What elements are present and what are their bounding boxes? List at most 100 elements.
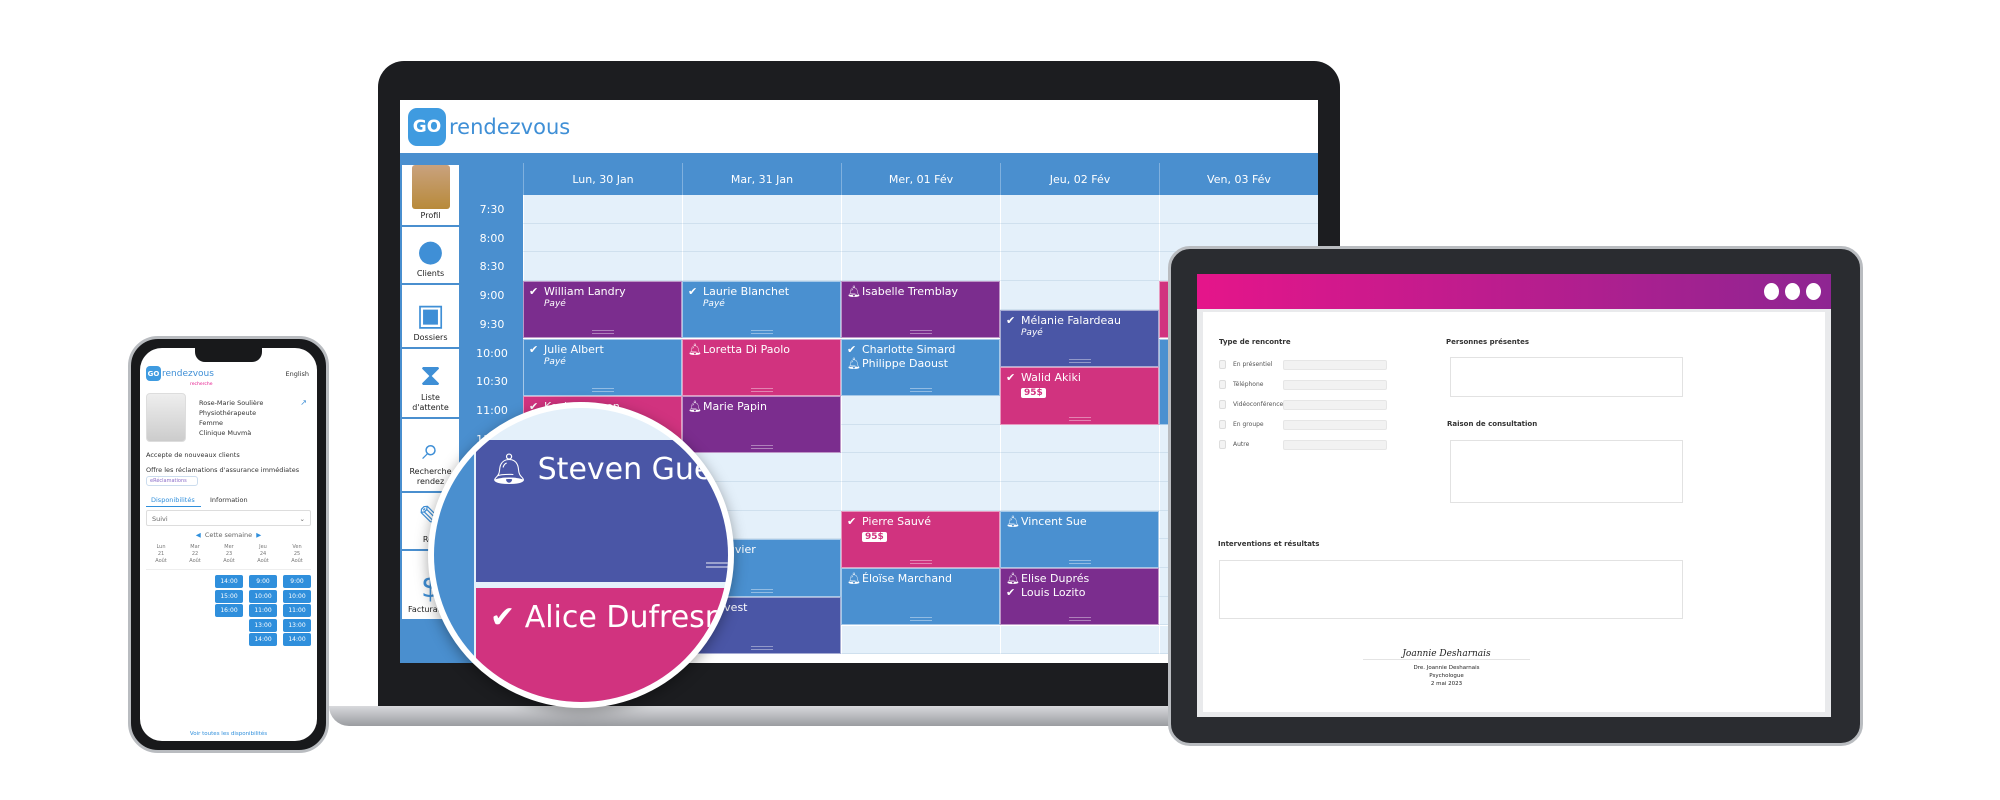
appointment[interactable]: 🔔︎Isabelle Tremblay bbox=[841, 281, 1000, 339]
time-slot-button[interactable]: 10:00 bbox=[283, 589, 311, 603]
drag-handle[interactable] bbox=[1068, 560, 1091, 565]
drag-handle[interactable] bbox=[591, 387, 614, 392]
checkbox[interactable] bbox=[1219, 380, 1226, 389]
appointment[interactable]: ✔ Pierre Sauvé 95$ bbox=[841, 510, 1000, 569]
time-slot[interactable] bbox=[841, 252, 1000, 282]
service-select[interactable]: Suivi ⌄ bbox=[146, 510, 311, 526]
appointment[interactable]: ✔ Charlotte Simard 🔔︎Philippe Daoust bbox=[841, 338, 1000, 396]
checkbox[interactable] bbox=[1219, 400, 1226, 409]
appointment[interactable]: ✔ Julie Albert Payé bbox=[523, 338, 682, 396]
next-week-icon[interactable]: ▶ bbox=[256, 531, 261, 539]
sidebar-item-profil[interactable]: Profil bbox=[402, 165, 459, 225]
time-slot[interactable] bbox=[523, 252, 682, 282]
day-header[interactable]: Ven, 03 Fév bbox=[1159, 163, 1318, 195]
appointment[interactable]: ✔ William Landry Payé bbox=[523, 281, 682, 339]
time-slot[interactable] bbox=[682, 195, 841, 224]
time-slot[interactable] bbox=[1000, 223, 1159, 253]
tab-information[interactable]: Information bbox=[210, 496, 248, 504]
drag-handle[interactable] bbox=[591, 330, 614, 335]
time-slot-button[interactable]: 11:00 bbox=[283, 604, 311, 617]
see-all-link[interactable]: Voir toutes les disponibilités bbox=[140, 731, 317, 737]
checkbox[interactable] bbox=[1219, 420, 1226, 429]
drag-handle[interactable] bbox=[1068, 416, 1091, 421]
sidebar-item-dossiers[interactable]: ▣ Dossiers bbox=[402, 285, 459, 347]
appointment[interactable]: 🔔︎Loretta Di Paolo bbox=[682, 338, 841, 396]
drag-handle[interactable] bbox=[909, 330, 932, 335]
time-slot[interactable] bbox=[841, 395, 1000, 425]
time-slot-button[interactable]: 16:00 bbox=[215, 604, 243, 617]
checkbox[interactable] bbox=[1219, 360, 1226, 369]
time-slot[interactable] bbox=[1000, 625, 1159, 655]
day-header[interactable]: Lun, 30 Jan bbox=[523, 163, 682, 195]
drag-handle[interactable] bbox=[909, 617, 932, 622]
window-dot-icon[interactable] bbox=[1785, 283, 1800, 300]
appointment[interactable]: ✔ Mélanie Falardeau Payé bbox=[1000, 309, 1159, 368]
drag-handle[interactable] bbox=[706, 562, 728, 568]
time-slot[interactable] bbox=[682, 252, 841, 282]
interventions-label: Interventions et résultats bbox=[1218, 540, 1320, 548]
time-slot[interactable] bbox=[1000, 252, 1159, 282]
drag-handle[interactable] bbox=[750, 646, 773, 651]
drag-handle[interactable] bbox=[1068, 617, 1091, 622]
drag-handle[interactable] bbox=[1068, 359, 1091, 364]
drag-handle[interactable] bbox=[750, 445, 773, 450]
time-slot-button[interactable]: 14:00 bbox=[215, 575, 243, 588]
persons-field[interactable] bbox=[1450, 357, 1683, 397]
time-slot-button[interactable]: 13:00 bbox=[283, 618, 311, 632]
time-slot[interactable] bbox=[523, 195, 682, 224]
time-slot[interactable] bbox=[1000, 424, 1159, 454]
sidebar-item-liste-d-attente[interactable]: ⧗ Liste d'attente bbox=[402, 349, 459, 417]
drag-handle[interactable] bbox=[750, 330, 773, 335]
language-link[interactable]: English bbox=[286, 370, 309, 378]
time-slot[interactable] bbox=[841, 424, 1000, 454]
option-field[interactable] bbox=[1283, 400, 1387, 410]
appointment[interactable]: 🔔︎Elise Duprés ✔ Louis Lozito bbox=[1000, 568, 1159, 626]
option-field[interactable] bbox=[1283, 420, 1387, 430]
time-slot[interactable] bbox=[1000, 482, 1159, 511]
time-slot[interactable] bbox=[841, 223, 1000, 253]
time-slot[interactable] bbox=[682, 223, 841, 253]
sidebar-item-clients[interactable]: ● Clients bbox=[402, 227, 459, 283]
day-header[interactable]: Jeu, 02 Fév bbox=[1000, 163, 1159, 195]
time-slot-button[interactable]: 14:00 bbox=[249, 633, 277, 646]
drag-handle[interactable] bbox=[909, 387, 932, 392]
reason-field[interactable] bbox=[1450, 440, 1683, 503]
time-slot-button[interactable]: 13:00 bbox=[249, 618, 277, 632]
time-slot-button[interactable]: 11:00 bbox=[249, 604, 277, 617]
option-field[interactable] bbox=[1283, 440, 1387, 450]
time-slot[interactable] bbox=[1000, 195, 1159, 224]
option-field[interactable] bbox=[1283, 380, 1387, 390]
time-slot-button[interactable]: 9:00 bbox=[249, 575, 277, 588]
external-link-icon[interactable]: ↗ bbox=[300, 398, 307, 407]
window-dot-icon[interactable] bbox=[1806, 283, 1821, 300]
interventions-field[interactable] bbox=[1219, 560, 1683, 619]
appointment[interactable]: ✔ Walid Akiki 95$ bbox=[1000, 367, 1159, 425]
time-slot[interactable] bbox=[1159, 195, 1318, 224]
magnified-event[interactable]: ✔ Alice Dufresn bbox=[476, 588, 728, 702]
time-slot[interactable] bbox=[1000, 453, 1159, 482]
time-slot-button[interactable]: 9:00 bbox=[283, 575, 311, 588]
time-slot-button[interactable]: 10:00 bbox=[249, 589, 277, 603]
time-slot[interactable] bbox=[841, 482, 1000, 511]
appointment[interactable]: 🔔︎Éloïse Marchand bbox=[841, 568, 1000, 626]
appointment[interactable]: ✔ Laurie Blanchet Payé bbox=[682, 281, 841, 339]
time-slot-button[interactable]: 15:00 bbox=[215, 589, 243, 603]
appointment[interactable]: 🔔︎Vincent Sue bbox=[1000, 510, 1159, 569]
time-slot[interactable] bbox=[841, 195, 1000, 224]
tab-disponibilites[interactable]: Disponibilités bbox=[146, 496, 201, 507]
magnified-event[interactable]: 🔔︎ Steven Guér bbox=[476, 440, 728, 582]
checkbox[interactable] bbox=[1219, 440, 1226, 449]
option-field[interactable] bbox=[1283, 360, 1387, 370]
time-slot[interactable] bbox=[523, 223, 682, 253]
day-header[interactable]: Mer, 01 Fév bbox=[841, 163, 1000, 195]
time-slot[interactable] bbox=[841, 625, 1000, 655]
time-slot[interactable] bbox=[1000, 281, 1159, 310]
drag-handle[interactable] bbox=[750, 588, 773, 593]
day-header[interactable]: Mar, 31 Jan bbox=[682, 163, 841, 195]
prev-week-icon[interactable]: ◀ bbox=[196, 531, 201, 539]
drag-handle[interactable] bbox=[909, 560, 932, 565]
drag-handle[interactable] bbox=[750, 387, 773, 392]
time-slot-button[interactable]: 14:00 bbox=[283, 633, 311, 646]
time-slot[interactable] bbox=[841, 453, 1000, 482]
window-dot-icon[interactable] bbox=[1764, 283, 1779, 300]
